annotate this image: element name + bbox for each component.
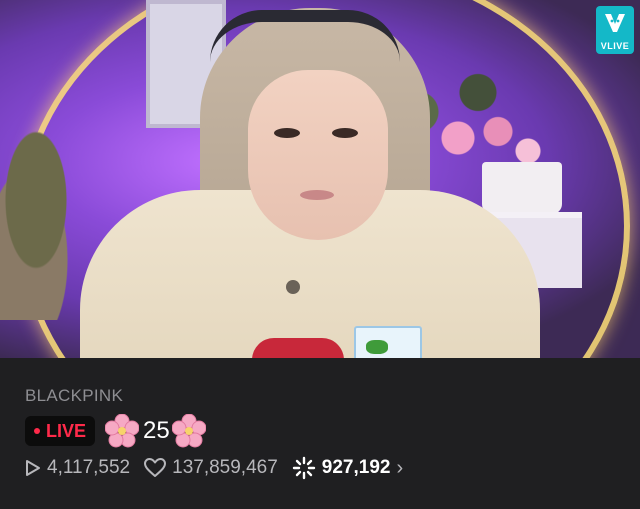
headband [210, 10, 400, 62]
face [248, 70, 388, 240]
live-label: LIVE [46, 420, 87, 441]
cardigan-button [286, 280, 300, 294]
viewers-stat[interactable]: 927,192 › [292, 456, 403, 480]
left-eye [274, 128, 300, 138]
sparkle-icon [292, 456, 315, 480]
video-player[interactable]: VLIVE [0, 0, 640, 358]
cherry-blossom-icon [171, 414, 206, 448]
vlive-app: VLIVE BLACKPINK LIVE 25 4,117,552 137,85… [0, 0, 640, 509]
lips [300, 190, 334, 200]
plays-stat: 4,117,552 [25, 457, 130, 479]
live-dot [34, 428, 40, 434]
live-badge: LIVE [25, 416, 96, 446]
hearts-stat: 137,859,467 [144, 457, 278, 479]
play-icon [26, 460, 40, 476]
title-row: LIVE 25 [25, 414, 206, 448]
broadcast-title: 25 [143, 417, 170, 444]
heart-icon [144, 458, 167, 477]
stats-row: 4,117,552 137,859,467 927,192 › [25, 456, 417, 480]
chevron-right-icon[interactable]: › [396, 457, 403, 480]
v-logo-mark-icon [605, 14, 625, 32]
broadcast-info: BLACKPINK LIVE 25 4,117,552 137,859,467 … [0, 358, 640, 509]
roses [252, 338, 344, 358]
plays-count: 4,117,552 [47, 457, 131, 478]
hearts-count: 137,859,467 [172, 457, 278, 478]
cherry-blossom-icon [105, 414, 140, 448]
viewers-count: 927,192 [321, 457, 391, 478]
streamer [60, 0, 560, 358]
vlive-logo-icon: VLIVE [596, 6, 634, 54]
milk-carton [354, 326, 422, 358]
channel-name[interactable]: BLACKPINK [25, 386, 123, 406]
right-eye [332, 128, 358, 138]
logo-text: VLIVE [600, 41, 630, 51]
